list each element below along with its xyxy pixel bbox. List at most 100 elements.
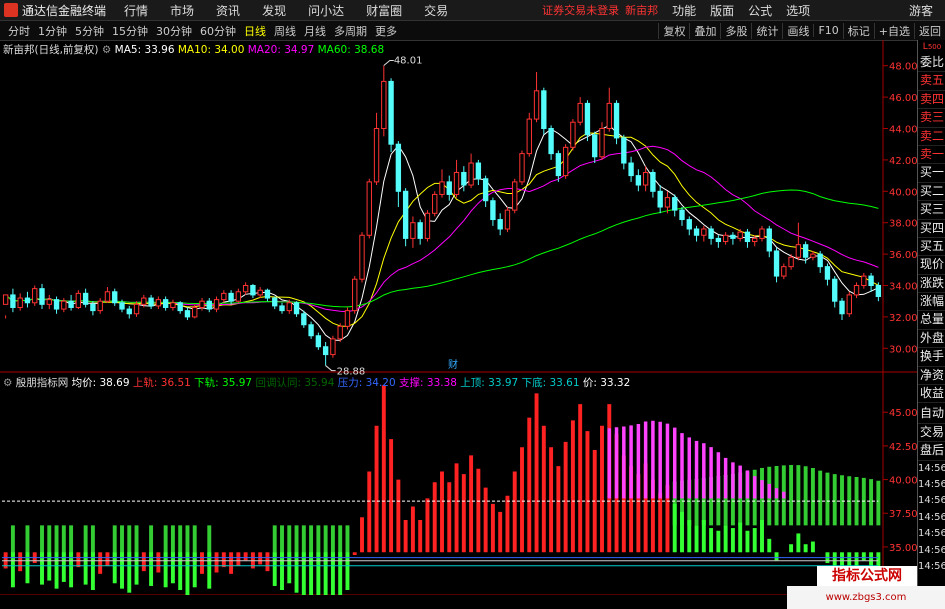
menu-formula[interactable]: 公式 [748, 2, 772, 19]
side-item-17[interactable]: 净资 [918, 367, 945, 386]
tool-multi-stock[interactable]: 多股 [720, 22, 751, 39]
side-item-10[interactable]: 买五 [918, 238, 945, 257]
candle-body [512, 181, 518, 211]
candle-body [308, 324, 314, 337]
candle-body [235, 291, 242, 302]
period-toolbar: 分时 1分钟 5分钟 15分钟 30分钟 60分钟 日线 周线 月线 多周期 更… [0, 21, 945, 41]
chart-area[interactable]: 48.00 46.00 44.00 42.00 40.00 38.00 36.00 34.00… [0, 40, 917, 595]
candle-body [293, 302, 300, 315]
tool-add-watchlist[interactable]: +自选 [873, 22, 914, 39]
side-item-11[interactable]: 现价 [918, 256, 945, 275]
settings-icon[interactable]: ⚙ [102, 44, 111, 56]
login-notice[interactable]: 证券交易未登录 [542, 2, 619, 18]
period-weekly[interactable]: 周线 [274, 23, 296, 39]
period-1min[interactable]: 1分钟 [38, 23, 67, 39]
side-bottom-item-2[interactable]: 盘后 [918, 442, 945, 461]
tool-f10[interactable]: F10 [813, 24, 842, 37]
period-daily[interactable]: 日线 [244, 23, 266, 39]
candle-body [381, 80, 387, 129]
side-item-4[interactable]: 卖二 [918, 128, 945, 146]
tool-mark[interactable]: 标记 [842, 22, 874, 39]
candle-body [337, 325, 343, 340]
indicator-value-7: 下底: 33.61 [521, 377, 583, 389]
candle-body [635, 175, 642, 186]
tool-restore-rights[interactable]: 复权 [658, 22, 689, 39]
menu-discover[interactable]: 发现 [262, 2, 286, 19]
price-label: 34.00 [889, 282, 917, 293]
candle-body [10, 294, 16, 308]
side-bottom-item-1[interactable]: 交易 [918, 424, 945, 443]
period-multi[interactable]: 多周期 [334, 23, 367, 39]
menu-trade[interactable]: 交易 [424, 2, 448, 19]
candle-body [213, 299, 220, 310]
side-item-15[interactable]: 外盘 [918, 330, 945, 349]
period-30min[interactable]: 30分钟 [156, 23, 192, 39]
side-item-1[interactable]: 卖五 [918, 72, 945, 91]
candle-body [817, 253, 823, 268]
candle-body [432, 193, 438, 214]
side-item-8[interactable]: 买三 [918, 201, 945, 220]
watermark-url: www.zbgs3.com [825, 592, 907, 603]
candle-body [75, 292, 82, 308]
candle-body [693, 228, 700, 236]
period-timeshare[interactable]: 分时 [8, 23, 30, 39]
menu-layout[interactable]: 版面 [710, 2, 734, 19]
period-more[interactable]: 更多 [375, 23, 397, 39]
candle-body [395, 143, 402, 192]
candle-body [322, 346, 329, 356]
side-item-16[interactable]: 换手 [918, 348, 945, 367]
side-item-2[interactable]: 卖四 [918, 91, 945, 110]
side-item-3[interactable]: 卖三 [918, 109, 945, 128]
candle-body [68, 300, 74, 308]
menu-wealth[interactable]: 财富圈 [366, 2, 402, 19]
candle-body [737, 231, 743, 239]
candle-body [126, 308, 132, 315]
tool-back[interactable]: 返回 [914, 22, 945, 39]
candle-body [286, 302, 292, 312]
menu-function[interactable]: 功能 [672, 2, 696, 19]
candle-body [344, 310, 351, 327]
candle-body [672, 197, 678, 211]
candle-body [170, 302, 176, 308]
candle-body [766, 228, 772, 252]
period-5min[interactable]: 5分钟 [75, 23, 104, 39]
ma10-label: MA10: 34.00 [177, 44, 245, 56]
candle-body [599, 128, 605, 158]
candle-body [177, 302, 183, 312]
app-logo-icon [4, 3, 18, 17]
candle-body [46, 299, 52, 305]
price-label: 46.00 [889, 93, 917, 104]
candle-body [657, 190, 663, 208]
menu-market[interactable]: 行情 [124, 2, 148, 19]
side-item-18[interactable]: 收益 [918, 385, 945, 404]
side-item-13[interactable]: 涨幅 [918, 293, 945, 312]
menu-ask[interactable]: 问小达 [308, 2, 344, 19]
period-60min[interactable]: 60分钟 [200, 23, 236, 39]
side-item-5[interactable]: 卖一 [918, 146, 945, 165]
candle-body [97, 300, 103, 312]
tool-draw-line[interactable]: 画线 [782, 22, 813, 39]
candle-body [577, 102, 583, 123]
tool-overlay[interactable]: 叠加 [689, 22, 720, 39]
side-item-7[interactable]: 买二 [918, 183, 945, 202]
candle-body [410, 222, 416, 239]
period-monthly[interactable]: 月线 [304, 23, 326, 39]
watermark: 指标公式网 www.zbgs3.com [787, 566, 945, 609]
tool-statistics[interactable]: 统计 [751, 22, 782, 39]
side-item-9[interactable]: 买四 [918, 220, 945, 238]
side-bottom-item-0[interactable]: 自动 [918, 405, 945, 424]
menu-news[interactable]: 资讯 [216, 2, 240, 19]
period-15min[interactable]: 15分钟 [112, 23, 148, 39]
side-item-14[interactable]: 总量 [918, 311, 945, 330]
side-item-0[interactable]: 委比 [918, 54, 945, 73]
guest-user[interactable]: 游客 [909, 2, 933, 19]
side-item-12[interactable]: 涨跌 [918, 275, 945, 294]
settings-icon[interactable]: ⚙ [3, 377, 12, 389]
menu-exchange[interactable]: 市场 [170, 2, 194, 19]
menu-options[interactable]: 选项 [786, 2, 810, 19]
ind-axis-label: 45.00 [889, 408, 917, 419]
side-time-6: 14:56 [918, 560, 945, 572]
candle-body [184, 310, 191, 318]
candle-body [773, 250, 780, 277]
side-item-6[interactable]: 买一 [918, 164, 945, 183]
